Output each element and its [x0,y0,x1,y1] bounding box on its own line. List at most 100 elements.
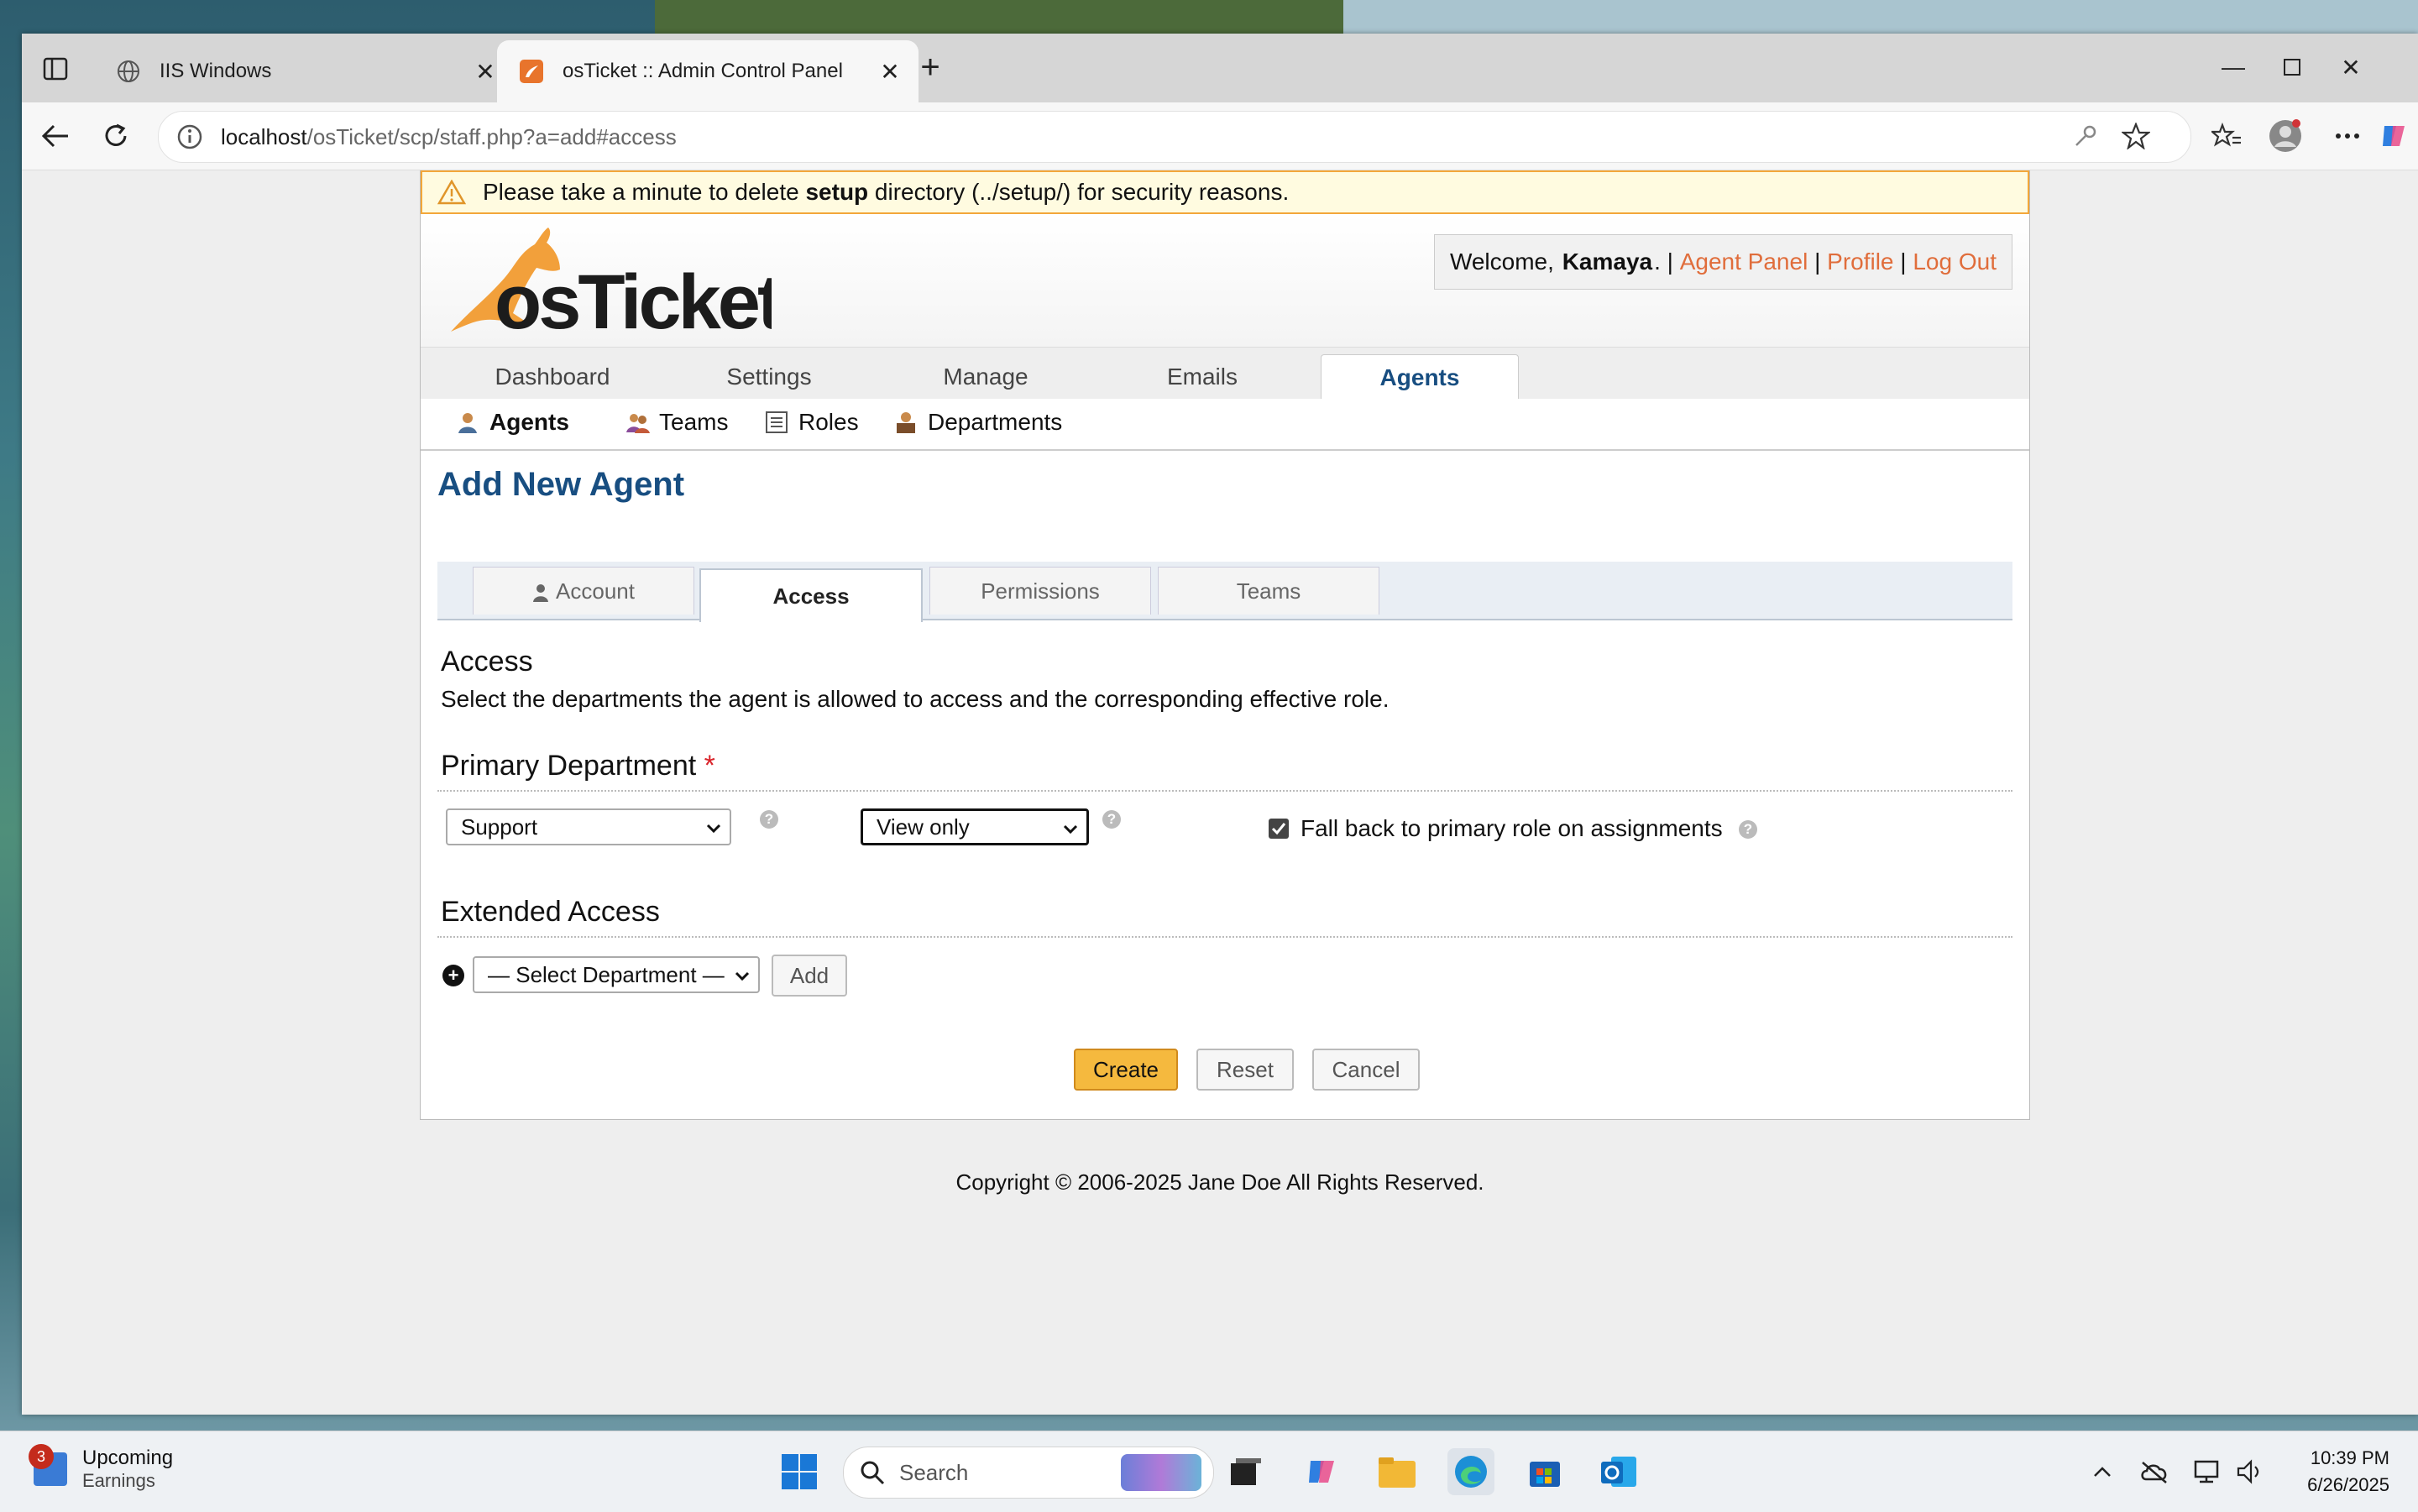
search-highlight-icon [1121,1454,1201,1491]
add-department-button[interactable]: Add [772,955,847,997]
subnav-departments[interactable]: Departments [894,409,1062,436]
password-key-icon[interactable] [2067,118,2104,154]
page-viewport: Please take a minute to delete setup dir… [22,170,2418,1415]
tab-actions-icon[interactable] [40,54,71,84]
maximize-icon[interactable] [2267,49,2317,86]
welcome-suffix: . | [1654,249,1673,275]
tab-strip: IIS Windows ✕ osTicket :: Admin Control … [22,34,2418,102]
help-icon[interactable]: ? [760,810,778,829]
agent-icon [456,411,479,434]
welcome-separator: | [1900,249,1907,275]
profile-link[interactable]: Profile [1827,249,1893,275]
nav-tab-agents[interactable]: Agents [1321,354,1519,400]
clock-time: 10:39 PM [2310,1447,2389,1468]
network-icon[interactable] [2193,1457,2223,1487]
copyright: Copyright © 2006-2025 Jane Doe All Right… [955,1169,1484,1195]
refresh-icon[interactable] [96,116,136,156]
nav-tab-dashboard[interactable]: Dashboard [454,354,651,400]
more-menu-icon[interactable] [2329,118,2366,154]
warning-text: Please take a minute to delete setup dir… [483,179,1289,206]
taskbar-search[interactable]: Search [843,1447,1214,1499]
primary-department-select[interactable]: Support [446,808,731,845]
subnav-roles[interactable]: Roles [765,409,859,436]
info-icon[interactable] [175,123,204,151]
add-circle-icon: + [442,965,464,986]
edge-browser-icon[interactable] [1447,1448,1494,1495]
department-icon [894,411,918,434]
log-out-link[interactable]: Log Out [1913,249,1997,275]
close-tab-icon[interactable]: ✕ [873,58,907,86]
microsoft-store-icon[interactable] [1521,1448,1568,1495]
browser-window: IIS Windows ✕ osTicket :: Admin Control … [22,34,2418,1415]
subnav-agents[interactable]: Agents [456,409,569,436]
url-text: localhost/osTicket/scp/staff.php?a=add#a… [221,124,677,150]
chevron-down-icon [704,817,723,835]
form-tab-label: Permissions [981,578,1100,604]
task-view-icon[interactable] [1222,1448,1269,1495]
nav-tab-settings[interactable]: Settings [671,354,867,400]
address-bar[interactable]: localhost/osTicket/scp/staff.php?a=add#a… [158,111,2191,163]
help-icon[interactable]: ? [1739,820,1757,839]
minimize-icon[interactable]: — [2208,49,2258,86]
outlook-icon[interactable] [1595,1448,1642,1495]
warning-bold: setup [805,179,869,205]
access-description: Select the departments the agent is allo… [441,686,1390,712]
browser-tab-iis[interactable]: IIS Windows ✕ [94,40,514,102]
desktop-sea [1343,0,2418,34]
browser-tab-osticket[interactable]: osTicket :: Admin Control Panel ✕ [497,40,919,102]
fallback-label: Fall back to primary role on assignments [1301,815,1723,841]
select-value: View only [877,814,970,840]
volume-icon[interactable] [2235,1457,2265,1487]
desktop-rock [655,0,1343,34]
agent-panel-link[interactable]: Agent Panel [1680,249,1808,275]
widgets-button[interactable]: 3 Upcoming Earnings [29,1444,174,1492]
primary-role-select[interactable]: View only [861,808,1089,845]
create-button[interactable]: Create [1074,1049,1178,1091]
copilot-taskbar-icon[interactable] [1300,1448,1347,1495]
profile-avatar-icon[interactable] [2267,118,2304,154]
search-placeholder: Search [899,1459,969,1485]
form-tab-label: Teams [1236,578,1301,604]
subnav-label: Teams [659,409,729,435]
extended-access-heading: Extended Access [441,896,660,928]
osticket-logo[interactable]: osTicket [436,219,786,345]
subnav-teams[interactable]: Teams [625,409,728,436]
help-icon[interactable]: ? [1102,810,1121,829]
new-tab-icon[interactable]: + [913,50,947,84]
cancel-button[interactable]: Cancel [1312,1049,1420,1091]
close-window-icon[interactable]: ✕ [2326,49,2376,86]
warning-triangle-icon [437,179,467,205]
fallback-checkbox[interactable] [1269,819,1289,839]
copilot-icon[interactable] [2376,118,2413,154]
select-value: — Select Department — [488,961,725,987]
form-tab-access[interactable]: Access [699,568,923,622]
widget-title: Upcoming [82,1447,174,1469]
welcome-box: Welcome, Kamaya. | Agent Panel | Profile… [1433,234,2012,290]
form-tab-bar: Account Access Permissions Teams [437,562,2012,622]
favorite-star-icon[interactable] [2117,118,2154,154]
file-explorer-icon[interactable] [1374,1448,1421,1495]
warning-suffix: directory (../setup/) for security reaso… [868,179,1290,205]
welcome-separator: | [1814,249,1821,275]
extended-department-select[interactable]: — Select Department — [473,956,760,993]
nav-tab-manage[interactable]: Manage [887,354,1084,400]
warning-prefix: Please take a minute to delete [483,179,806,205]
back-arrow-icon[interactable] [35,116,76,156]
primary-department-heading: Primary Department * [441,750,715,782]
chevron-up-icon[interactable] [2087,1457,2117,1487]
form-tab-permissions[interactable]: Permissions [929,567,1151,615]
nav-tab-emails[interactable]: Emails [1104,354,1301,400]
start-windows-icon[interactable] [776,1448,823,1495]
form-tab-account[interactable]: Account [473,567,694,615]
reset-button[interactable]: Reset [1196,1049,1294,1091]
tab-title: osTicket :: Admin Control Panel [563,60,843,82]
osticket-header: osTicket Welcome, Kamaya. | Agent Panel … [421,214,2029,347]
favorites-icon[interactable] [2208,118,2245,154]
search-icon [859,1459,886,1486]
onedrive-offline-icon[interactable] [2139,1457,2169,1487]
taskbar-clock[interactable]: 10:39 PM 6/26/2025 [2307,1445,2389,1499]
form-tab-teams[interactable]: Teams [1158,567,1379,615]
chevron-down-icon [1061,818,1080,836]
user-icon [532,582,549,602]
checkmark-icon [1271,823,1286,835]
